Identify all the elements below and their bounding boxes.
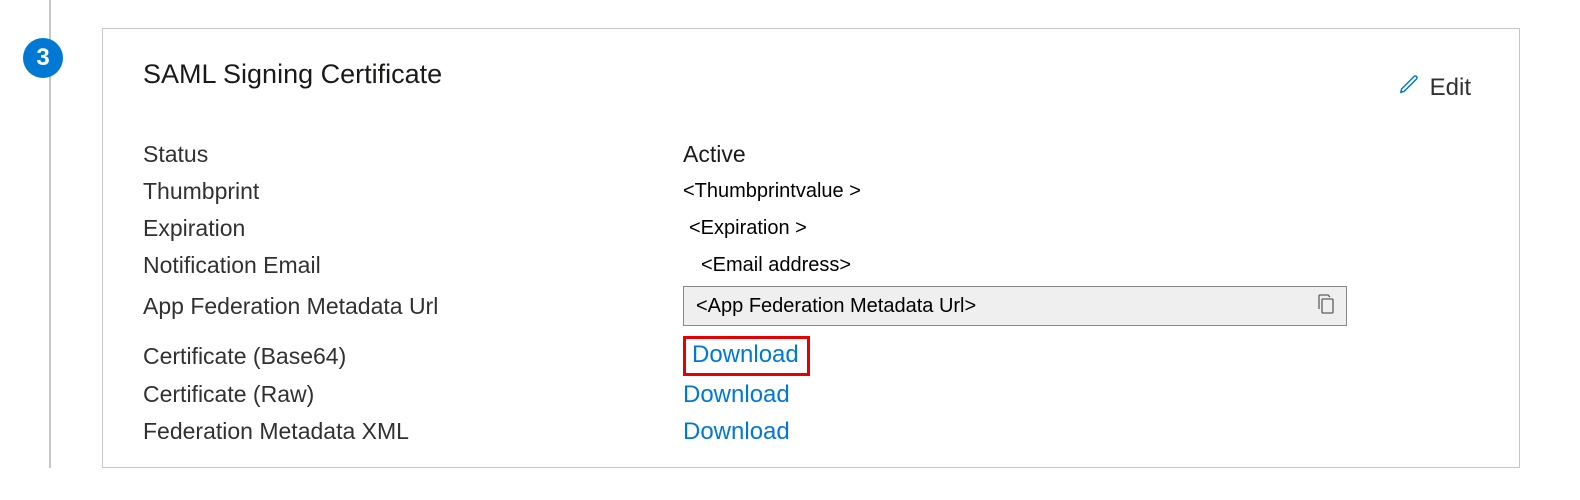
status-label: Status <box>143 141 683 168</box>
expiration-row: Expiration <Expiration > <box>143 210 1479 247</box>
notification-email-row: Notification Email <Email address> <box>143 247 1479 284</box>
thumbprint-value: <Thumbprintvalue > <box>683 180 861 203</box>
edit-label: Edit <box>1430 74 1471 102</box>
app-federation-url-row: App Federation Metadata Url <App Federat… <box>143 286 1479 326</box>
app-federation-url-value: <App Federation Metadata Url> <box>696 295 1312 318</box>
thumbprint-row: Thumbprint <Thumbprintvalue > <box>143 173 1479 210</box>
cert-raw-label: Certificate (Raw) <box>143 381 683 408</box>
saml-signing-certificate-card: SAML Signing Certificate Edit Status Act… <box>102 28 1520 468</box>
pencil-icon <box>1398 73 1420 102</box>
step-badge: 3 <box>23 38 63 78</box>
app-federation-url-label: App Federation Metadata Url <box>143 293 683 320</box>
cert-base64-label: Certificate (Base64) <box>143 343 683 370</box>
notification-email-value: <Email address> <box>683 254 851 277</box>
notification-email-label: Notification Email <box>143 252 683 279</box>
cert-base64-row: Certificate (Base64) Download <box>143 336 1479 376</box>
expiration-value: <Expiration > <box>683 217 807 240</box>
cert-raw-download-link[interactable]: Download <box>683 381 790 409</box>
step-number: 3 <box>36 44 49 72</box>
edit-button[interactable]: Edit <box>1398 73 1471 102</box>
cert-raw-row: Certificate (Raw) Download <box>143 376 1479 413</box>
fed-metadata-xml-download-link[interactable]: Download <box>683 418 790 446</box>
cert-base64-download-link[interactable]: Download <box>683 336 810 376</box>
fed-metadata-xml-row: Federation Metadata XML Download <box>143 413 1479 450</box>
fed-metadata-xml-label: Federation Metadata XML <box>143 418 683 445</box>
status-value: Active <box>683 141 746 168</box>
status-row: Status Active <box>143 136 1479 173</box>
expiration-label: Expiration <box>143 215 683 242</box>
thumbprint-label: Thumbprint <box>143 178 683 205</box>
copy-button[interactable] <box>1312 292 1340 320</box>
app-federation-url-field[interactable]: <App Federation Metadata Url> <box>683 286 1347 326</box>
card-title: SAML Signing Certificate <box>143 59 442 90</box>
copy-icon <box>1316 293 1336 320</box>
